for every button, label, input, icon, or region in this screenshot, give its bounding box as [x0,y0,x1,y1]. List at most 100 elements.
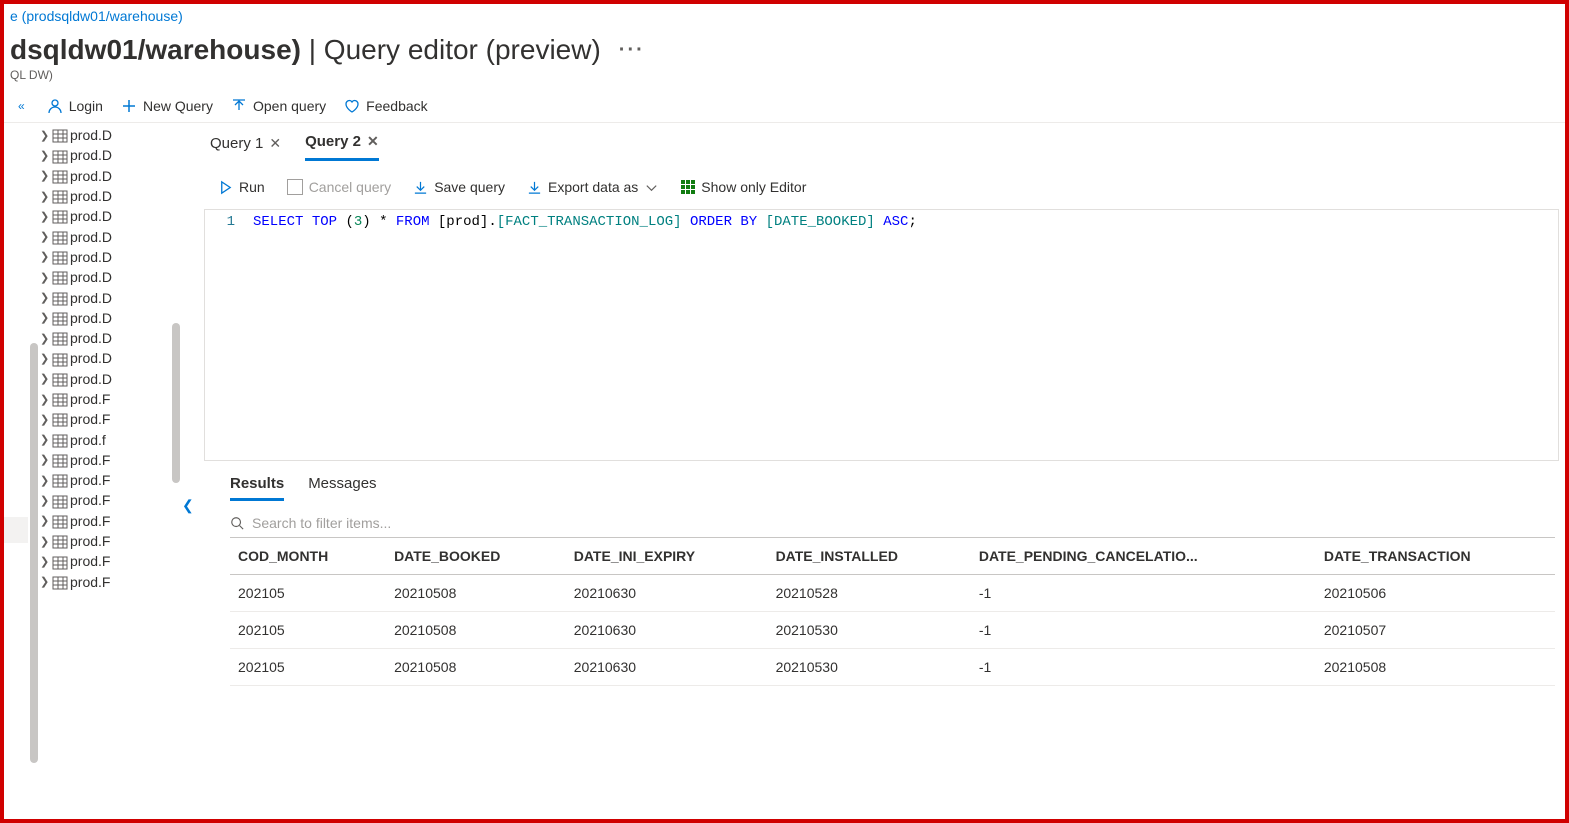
login-button[interactable]: Login [47,98,103,114]
tree-item-label: prod.D [70,188,112,204]
tree-item-label: prod.D [70,127,112,143]
table-icon [52,188,68,204]
tree-item[interactable]: ❯prod.D [32,287,180,307]
run-button[interactable]: Run [218,179,265,195]
tree-item-label: prod.F [70,513,110,529]
tree-item[interactable]: ❯prod.D [32,328,180,348]
table-cell: 20210508 [386,612,566,649]
open-query-label: Open query [253,98,326,114]
tree-item[interactable]: ❯prod.F [32,470,180,490]
tree-item[interactable]: ❯prod.D [32,369,180,389]
download-icon [413,180,428,195]
results-panel: Results Messages COD_MONTHDATE_BOOKEDDAT… [180,461,1565,686]
tree-item[interactable]: ❯prod.D [32,125,180,145]
table-icon [52,574,68,590]
tree-item-label: prod.D [70,350,112,366]
tree-item[interactable]: ❯prod.F [32,389,180,409]
tree-item[interactable]: ❯prod.D [32,247,180,267]
heart-icon [344,98,360,114]
editor-code[interactable]: SELECT TOP (3) * FROM [prod].[FACT_TRANS… [245,210,917,460]
table-icon [52,330,68,346]
tree-item[interactable]: ❯prod.D [32,186,180,206]
line-number: 1 [205,214,235,230]
sidebar-scrollbar[interactable] [172,323,180,483]
column-header[interactable]: DATE_PENDING_CANCELATIO... [971,538,1316,575]
new-query-button[interactable]: New Query [121,98,213,114]
close-icon[interactable]: ✕ [367,133,379,150]
table-icon [52,472,68,488]
table-row[interactable]: 202105202105082021063020210530-120210507 [230,612,1555,649]
column-header[interactable]: COD_MONTH [230,538,386,575]
title-suffix: | Query editor (preview) [309,34,601,65]
tree-item-label: prod.F [70,533,110,549]
column-header[interactable]: DATE_INSTALLED [768,538,971,575]
feedback-label: Feedback [366,98,427,114]
tree-item[interactable]: ❯ prod.D [32,145,180,165]
column-header[interactable]: DATE_BOOKED [386,538,566,575]
open-query-button[interactable]: Open query [231,98,326,114]
tab-messages[interactable]: Messages [308,475,376,501]
tab-results[interactable]: Results [230,475,284,501]
tree-item[interactable]: ❯ prod.f [32,429,180,449]
cancel-query-button: Cancel query [287,179,392,195]
table-cell: 20210630 [566,612,768,649]
table-cell: 20210508 [386,575,566,612]
column-header[interactable]: DATE_INI_EXPIRY [566,538,768,575]
query-toolbar: Run Cancel query Save query Export data … [180,161,1565,209]
table-header-row: COD_MONTHDATE_BOOKEDDATE_INI_EXPIRYDATE_… [230,538,1555,575]
tree-item[interactable]: ❯ prod.F [32,511,180,531]
chevron-right-icon: ❯ [40,372,50,385]
tree-item-label: prod.D [70,147,112,163]
close-icon[interactable]: ✕ [269,135,281,152]
query-tab[interactable]: Query 1✕ [210,133,281,161]
tree-item-label: prod.D [70,290,112,306]
sql-editor[interactable]: 1 SELECT TOP (3) * FROM [prod].[FACT_TRA… [204,209,1559,461]
main-area: ❯ prod.D ❯ prod.D ❯ prod.D ❯ prod.D ❯ prod.D ❯ prod… [4,123,1565,786]
results-table-wrap: COD_MONTHDATE_BOOKEDDATE_INI_EXPIRYDATE_… [230,538,1555,686]
results-table: COD_MONTHDATE_BOOKEDDATE_INI_EXPIRYDATE_… [230,538,1555,686]
query-tab[interactable]: Query 2 ✕ [305,133,379,161]
tree-item[interactable]: ❯prod.F [32,450,180,470]
editor-gutter: 1 [205,210,245,460]
tab-label: Query 2 [305,133,361,150]
download-icon [527,180,542,195]
tree-item[interactable]: ❯prod.F [32,409,180,429]
collapse-panel-icon[interactable]: ❮ [182,497,194,514]
tree-item[interactable]: ❯prod.F [32,490,180,510]
chevron-right-icon: ❯ [40,433,50,446]
save-query-button[interactable]: Save query [413,179,505,195]
table-row[interactable]: 202105202105082021063020210528-120210506 [230,575,1555,612]
tree-item[interactable]: ❯prod.D [32,348,180,368]
collapse-sidebar-icon[interactable]: « [14,99,29,113]
tree-item[interactable]: ❯prod.D [32,267,180,287]
tree-item[interactable]: ❯prod.F [32,551,180,571]
table-cell: 202105 [230,649,386,686]
object-explorer: ❯ prod.D ❯ prod.D ❯ prod.D ❯ prod.D ❯ prod.D ❯ prod… [32,123,180,786]
run-label: Run [239,179,265,195]
table-icon [52,513,68,529]
tree-item-label: prod.f [70,432,106,448]
breadcrumb-link[interactable]: e (prodsqldw01/warehouse) [10,8,183,24]
table-cell: 20210530 [768,649,971,686]
chevron-right-icon: ❯ [40,535,50,548]
chevron-right-icon: ❯ [40,149,50,162]
feedback-button[interactable]: Feedback [344,98,427,114]
tree-item[interactable]: ❯ prod.F [32,531,180,551]
tree-item[interactable]: ❯prod.D [32,166,180,186]
more-icon[interactable]: ··· [619,39,645,62]
chevron-right-icon: ❯ [40,514,50,527]
export-data-button[interactable]: Export data as [527,179,659,195]
column-header[interactable]: DATE_TRANSACTION [1316,538,1555,575]
tree-item[interactable]: ❯prod.D [32,308,180,328]
tree-item[interactable]: ❯prod.D [32,226,180,246]
search-input[interactable] [252,515,1555,531]
tree-item[interactable]: ❯prod.F [32,572,180,592]
table-cell: -1 [971,575,1316,612]
table-icon [52,208,68,224]
table-cell: 20210630 [566,575,768,612]
show-only-editor-button[interactable]: Show only Editor [681,179,806,195]
new-query-label: New Query [143,98,213,114]
tree-item[interactable]: ❯prod.D [32,206,180,226]
table-row[interactable]: 202105202105082021063020210530-120210508 [230,649,1555,686]
show-editor-label: Show only Editor [701,179,806,195]
